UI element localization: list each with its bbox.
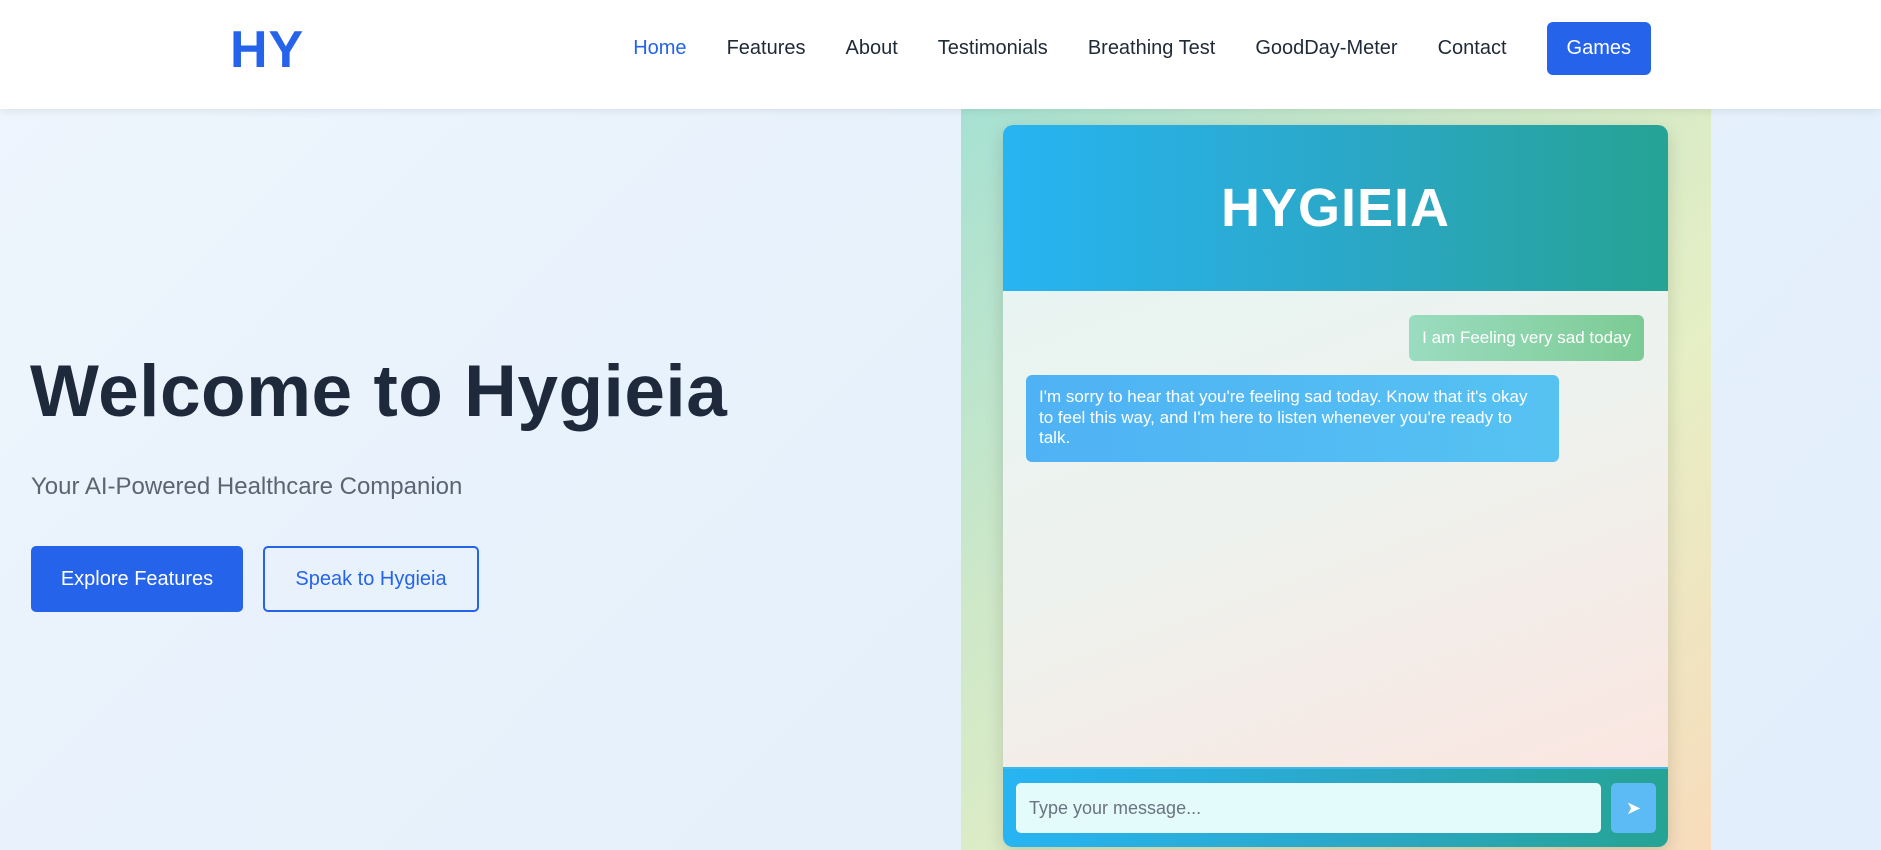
send-arrow-icon: ➤ [1625,797,1642,818]
nav-goodday-meter[interactable]: GoodDay-Meter [1255,37,1397,60]
nav-about[interactable]: About [846,37,898,60]
send-button[interactable]: ➤ [1611,783,1656,833]
speak-to-hygieia-button[interactable]: Speak to Hygieia [263,546,479,612]
user-message: I am Feeling very sad today [1409,315,1644,361]
chatbot-window: HYGIEIA I am Feeling very sad today I'm … [1003,125,1668,847]
message-input[interactable] [1016,783,1601,833]
games-button[interactable]: Games [1546,22,1651,75]
chat-header: HYGIEIA [1003,125,1668,291]
chat-input-bar: ➤ [1003,767,1668,847]
bot-message: I'm sorry to hear that you're feeling sa… [1026,375,1559,462]
nav-home[interactable]: Home [633,37,686,60]
hero-title: Welcome to Hygieia [30,351,728,432]
hero-subtitle: Your AI-Powered Healthcare Companion [31,473,463,500]
nav-testimonials[interactable]: Testimonials [938,37,1048,60]
top-navbar: HY Home Features About Testimonials Brea… [0,0,1881,109]
nav-breathing-test[interactable]: Breathing Test [1088,37,1216,60]
logo[interactable]: HY [230,20,304,80]
nav-features[interactable]: Features [727,37,806,60]
main-nav: Home Features About Testimonials Breathi… [633,22,1651,75]
chat-title: HYGIEIA [1220,178,1451,238]
explore-features-button[interactable]: Explore Features [31,546,243,612]
nav-contact[interactable]: Contact [1438,37,1507,60]
